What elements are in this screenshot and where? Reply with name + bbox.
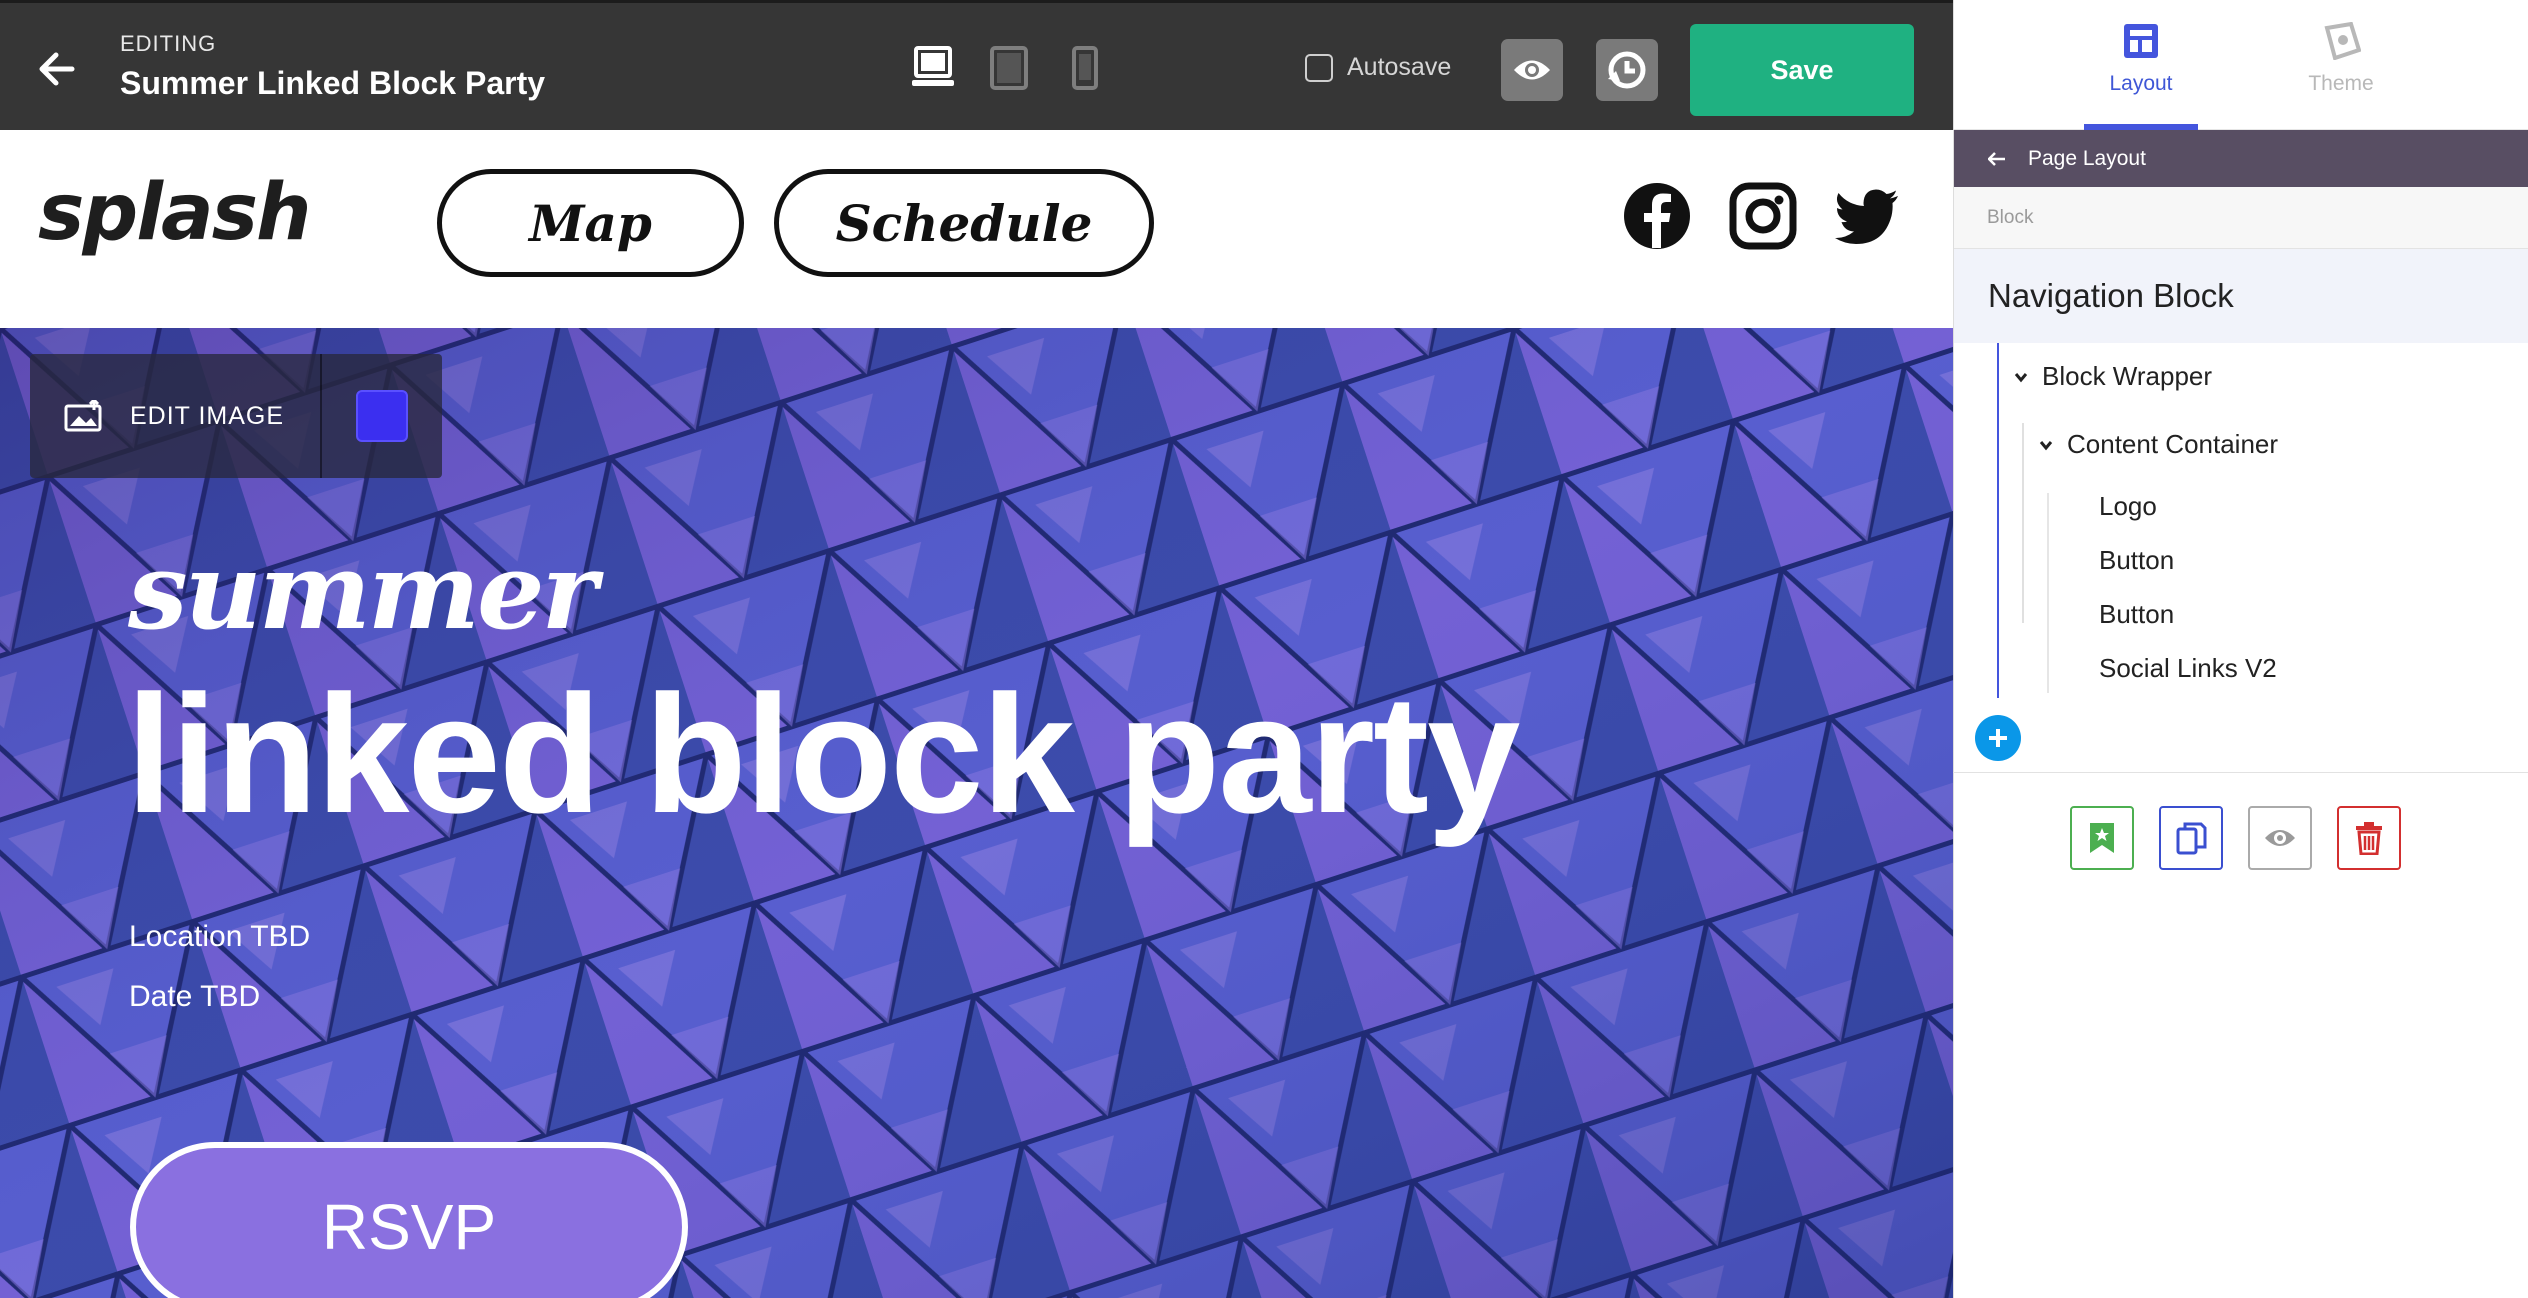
breadcrumb-label: Page Layout — [2028, 146, 2146, 170]
editing-label: EDITING — [120, 31, 217, 56]
panel-tabs: Layout Theme — [1954, 0, 2528, 130]
trash-icon — [2356, 822, 2382, 855]
tree-guide-line — [2047, 493, 2049, 693]
editor-topbar: EDITING Summer Linked Block Party Autosa… — [0, 0, 1953, 130]
autosave-checkbox[interactable] — [1305, 53, 1333, 82]
history-button[interactable] — [1596, 39, 1658, 101]
edit-image-label: EDIT IMAGE — [130, 401, 285, 430]
tree-item-label: Logo — [2099, 491, 2157, 521]
site-logo[interactable]: splash — [38, 168, 312, 258]
duplicate-button[interactable] — [2159, 806, 2223, 870]
tablet-icon[interactable] — [988, 45, 1030, 91]
hero-location[interactable]: Location TBD — [129, 920, 310, 954]
tab-theme-label: Theme — [2308, 72, 2374, 95]
tab-layout[interactable]: Layout — [2084, 0, 2198, 130]
active-tab-indicator — [2084, 124, 2198, 130]
tree-item-label: Button — [2099, 545, 2175, 575]
overlay-color-picker[interactable] — [322, 354, 442, 478]
facebook-icon[interactable] — [1623, 182, 1691, 250]
desktop-icon[interactable] — [912, 45, 954, 91]
layout-panel: Layout Theme Page Layout Block Navigatio… — [1953, 0, 2528, 1298]
back-arrow-icon[interactable] — [36, 49, 76, 89]
page-title: Summer Linked Block Party — [120, 65, 546, 101]
tab-layout-label: Layout — [2109, 72, 2173, 95]
page-layout-breadcrumb[interactable]: Page Layout — [1954, 130, 2528, 187]
chevron-down-icon[interactable] — [2039, 438, 2053, 452]
restore-icon — [1608, 51, 1646, 89]
tree-item-logo[interactable]: Logo — [2099, 491, 2157, 522]
selected-block-title: Navigation Block — [1954, 249, 2528, 343]
bookmark-button[interactable] — [2070, 806, 2134, 870]
layout-icon — [2124, 24, 2158, 58]
color-swatch[interactable] — [356, 390, 409, 442]
tree-item-button[interactable]: Button — [2099, 599, 2174, 630]
eye-icon — [1514, 60, 1550, 80]
tree-guide-line — [2022, 423, 2024, 623]
theme-icon — [2324, 22, 2361, 60]
tree-item-label: Social Links V2 — [2099, 653, 2277, 683]
tree-item-block-wrapper[interactable]: Block Wrapper — [2014, 361, 2212, 392]
instagram-icon[interactable] — [1729, 182, 1797, 250]
layer-tree: Block Wrapper Content Container Logo But… — [1954, 343, 2528, 773]
image-edit-icon — [64, 400, 102, 432]
tree-item-label: Content Container — [2067, 429, 2279, 459]
tree-item-label: Block Wrapper — [2042, 361, 2213, 391]
autosave-label: Autosave — [1347, 53, 1452, 81]
plus-icon — [1989, 729, 2007, 747]
twitter-icon[interactable] — [1834, 182, 1902, 250]
chevron-down-icon[interactable] — [2014, 370, 2028, 384]
hero-block[interactable]: EDIT IMAGE summer linked block party Loc… — [0, 328, 1953, 1298]
add-element-button[interactable] — [1975, 715, 2021, 761]
mobile-icon[interactable] — [1064, 45, 1106, 91]
hero-date[interactable]: Date TBD — [129, 980, 260, 1014]
nav-button-map[interactable]: Map — [437, 169, 744, 277]
tree-item-label: Button — [2099, 599, 2175, 629]
copy-icon — [2176, 822, 2207, 855]
tree-guide-line — [1997, 343, 1999, 698]
nav-button-schedule[interactable]: Schedule — [774, 169, 1154, 277]
autosave-toggle[interactable]: Autosave — [1305, 53, 1451, 82]
block-actions — [2070, 806, 2401, 870]
image-toolbar: EDIT IMAGE — [30, 354, 443, 478]
bookmark-icon — [2090, 823, 2114, 853]
rsvp-button[interactable]: RSVP — [130, 1142, 688, 1298]
back-arrow-icon — [1988, 151, 2005, 166]
site-navigation-block[interactable]: splash Map Schedule — [0, 130, 1953, 328]
delete-button[interactable] — [2337, 806, 2401, 870]
tab-theme[interactable]: Theme — [2284, 0, 2398, 130]
panel-divider — [1953, 772, 2528, 773]
tree-item-social-links[interactable]: Social Links V2 — [2099, 653, 2277, 684]
edit-image-button[interactable]: EDIT IMAGE — [30, 354, 323, 478]
page-title-group: EDITING Summer Linked Block Party — [120, 31, 545, 102]
tree-item-content-container[interactable]: Content Container — [2039, 429, 2278, 460]
eye-icon — [2265, 830, 2295, 846]
tree-item-button[interactable]: Button — [2099, 545, 2174, 576]
hero-title[interactable]: linked block party — [126, 658, 1520, 851]
hero-script-title[interactable]: summer — [128, 528, 597, 653]
block-section-label: Block — [1954, 187, 2528, 249]
device-switcher — [912, 45, 1106, 91]
save-button[interactable]: Save — [1690, 24, 1914, 116]
visibility-button[interactable] — [2248, 806, 2312, 870]
preview-button[interactable] — [1501, 39, 1563, 101]
